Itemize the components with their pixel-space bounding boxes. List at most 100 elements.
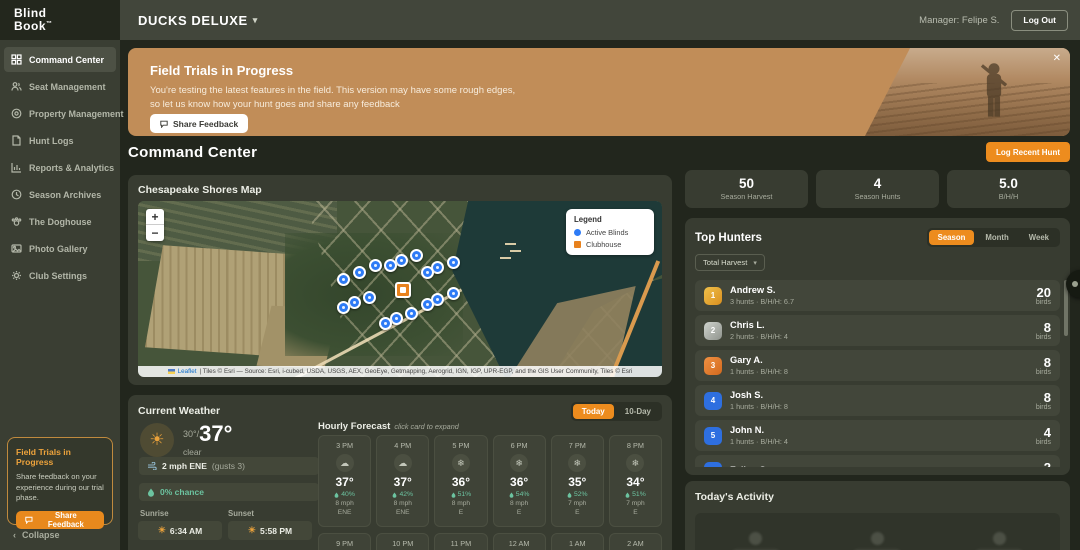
- orange-square-icon: [574, 241, 581, 248]
- hour-card-8pm[interactable]: 8 PM ❄ 34° 51% 7 mph E: [608, 435, 663, 527]
- satellite-map[interactable]: + − Legend Active Blinds Clubhouse Leafl…: [138, 201, 662, 377]
- hourly-hint: click card to expand: [394, 422, 459, 431]
- sidebar-item-reports-analytics[interactable]: Reports & Analytics: [4, 155, 116, 180]
- active-blind-marker[interactable]: [368, 259, 382, 273]
- share-feedback-button[interactable]: Share Feedback: [16, 510, 104, 529]
- speech-bubble-icon: [160, 120, 168, 128]
- droplet-icon: [148, 488, 154, 497]
- sidebar-item-property-management[interactable]: Property Management: [4, 101, 124, 126]
- app-logo: Blind Book™: [0, 0, 120, 40]
- condition-label: clear: [183, 447, 202, 457]
- precip-pill: 0% chance: [139, 483, 319, 501]
- trial-card-body: Share feedback on your experience during…: [16, 472, 104, 503]
- activity-title: Today's Activity: [695, 491, 774, 503]
- legend-item-active-blinds: Active Blinds: [574, 228, 646, 237]
- tab-10-day[interactable]: 10-Day: [616, 404, 660, 419]
- logout-button[interactable]: Log Out: [1011, 9, 1068, 31]
- leaflet-link[interactable]: Leaflet: [178, 368, 197, 375]
- sidebar-item-label: Reports & Analytics: [29, 162, 115, 173]
- zoom-out-button[interactable]: −: [146, 225, 164, 241]
- zoom-in-button[interactable]: +: [146, 209, 164, 225]
- sunrise-icon: ☀: [157, 525, 166, 535]
- photo-icon: [11, 244, 22, 253]
- droplet-icon: [509, 492, 514, 498]
- sidebar-item-photo-gallery[interactable]: Photo Gallery: [4, 236, 116, 261]
- hour-card-4pm[interactable]: 4 PM ☁ 37° 42% 8 mph ENE: [376, 435, 430, 527]
- active-blind-marker[interactable]: [420, 297, 434, 311]
- stat-season-harvest: 50 Season Harvest: [685, 170, 808, 208]
- logo-line-2: Book™: [14, 19, 53, 33]
- hour-card-7pm[interactable]: 7 PM ❄ 35° 52% 7 mph E: [550, 435, 604, 527]
- hour-card-12am[interactable]: 12 AM: [492, 533, 546, 550]
- hunter-sub: 1 hunts · B/H/H: 8: [730, 366, 788, 376]
- hunter-bird-count: 8: [1043, 389, 1051, 405]
- snow-icon: ❄: [626, 454, 645, 472]
- hunter-name: Gary A.: [730, 355, 763, 366]
- active-blind-marker[interactable]: [410, 248, 424, 262]
- hour-card-5pm[interactable]: 5 PM ❄ 36° 51% 8 mph E: [434, 435, 488, 527]
- hunter-row-2[interactable]: 2 Chris L. 2 hunts · B/H/H: 4 8 birds: [695, 315, 1060, 346]
- hunter-row-5[interactable]: 5 John N. 1 hunts · B/H/H: 4 4 birds: [695, 420, 1060, 451]
- map-card: Chesapeake Shores Map + − Legend Active …: [128, 175, 672, 385]
- banner-text-line-1: You're testing the latest features in th…: [150, 85, 516, 96]
- harvest-filter-select[interactable]: Total Harvest ▾: [695, 254, 765, 271]
- hunter-name: John N.: [730, 425, 765, 436]
- hour-card-9pm[interactable]: 9 PM: [318, 533, 372, 550]
- sunset-icon: ☀: [247, 525, 256, 535]
- sidebar-item-the-doghouse[interactable]: The Doghouse: [4, 209, 116, 234]
- hunter-name: Chris L.: [730, 320, 765, 331]
- top-bar: Blind Book™ DUCKS DELUXE ▾ Manager: Feli…: [0, 0, 1080, 40]
- wind-pill: 2 mph ENE (gusts 3): [139, 457, 319, 475]
- active-blind-marker[interactable]: [363, 290, 377, 304]
- share-feedback-banner-button[interactable]: Share Feedback: [150, 114, 249, 133]
- app-logo-text: Blind Book™: [14, 7, 53, 33]
- hunter-row-1[interactable]: 1 Andrew S. 3 hunts · B/H/H: 6.7 20 bird…: [695, 280, 1060, 311]
- sidebar-collapse-button[interactable]: ‹ Collapse: [13, 530, 60, 540]
- current-conditions: ☀ 30°/ 37° clear: [140, 423, 232, 457]
- clubhouse-marker[interactable]: [394, 281, 411, 298]
- hunter-row-3[interactable]: 3 Gary A. 1 hunts · B/H/H: 8 8 birds: [695, 350, 1060, 381]
- chevron-left-icon: ‹: [13, 530, 16, 540]
- season-stats-row: 50 Season Harvest 4 Season Hunts 5.0 B/H…: [685, 170, 1070, 208]
- hour-card-3pm[interactable]: 3 PM ☁ 37° 40% 8 mph ENE: [318, 435, 372, 527]
- close-icon[interactable]: ✕: [1053, 53, 1061, 64]
- hour-card-2am[interactable]: 2 AM: [608, 533, 663, 550]
- main-content: ✕ Field Trials in Progress You're testin…: [120, 40, 1080, 550]
- tab-month[interactable]: Month: [976, 230, 1017, 245]
- hour-card-10pm[interactable]: 10 PM: [376, 533, 430, 550]
- tab-today[interactable]: Today: [572, 404, 614, 419]
- hunter-row-4[interactable]: 4 Josh S. 1 hunts · B/H/H: 8 8 birds: [695, 385, 1060, 416]
- sidebar-item-hunt-logs[interactable]: Hunt Logs: [4, 128, 116, 153]
- hunter-row-6[interactable]: 6 Felipe S. 2 birds: [695, 455, 1060, 467]
- activity-placeholder: [854, 531, 901, 550]
- hour-card-11pm[interactable]: 11 PM: [434, 533, 488, 550]
- rank-badge: 3: [704, 356, 722, 375]
- hunter-sub: 2 hunts · B/H/H: 4: [730, 331, 788, 341]
- club-selector[interactable]: DUCKS DELUXE ▾: [138, 0, 258, 40]
- sidebar-item-club-settings[interactable]: Club Settings: [4, 263, 116, 288]
- active-blind-marker[interactable]: [352, 266, 366, 280]
- stat-bhh: 5.0 B/H/H: [947, 170, 1070, 208]
- stat-season-hunts: 4 Season Hunts: [816, 170, 939, 208]
- sidebar-item-seat-management[interactable]: Seat Management: [4, 74, 116, 99]
- map-card-title: Chesapeake Shores Map: [138, 184, 262, 196]
- gear-icon: [12, 271, 21, 280]
- sidebar-item-command-center[interactable]: Command Center: [4, 47, 116, 72]
- hourly-forecast-row-2: 9 PM 10 PM 11 PM 12 AM 1 AM 2 AM: [318, 533, 663, 550]
- tab-week[interactable]: Week: [1020, 230, 1058, 245]
- active-blind-marker[interactable]: [405, 306, 419, 320]
- club-name-label: DUCKS DELUXE: [138, 12, 248, 28]
- hunter-bird-count: 8: [1043, 354, 1051, 370]
- map-attribution: Leaflet | Tiles © Esri — Source: Esri, i…: [138, 366, 662, 377]
- log-recent-hunt-button[interactable]: Log Recent Hunt: [986, 142, 1070, 162]
- active-blind-marker[interactable]: [420, 266, 434, 280]
- rank-badge: 5: [704, 426, 722, 445]
- sidebar-item-season-archives[interactable]: Season Archives: [4, 182, 116, 207]
- filter-value: Total Harvest: [703, 258, 748, 267]
- hour-card-6pm[interactable]: 6 PM ❄ 36° 54% 8 mph E: [492, 435, 546, 527]
- active-blind-marker[interactable]: [447, 255, 461, 269]
- tab-season[interactable]: Season: [928, 230, 975, 245]
- current-temp: 37°: [199, 421, 233, 446]
- hour-card-1am[interactable]: 1 AM: [550, 533, 604, 550]
- hunter-unit: birds: [1035, 438, 1051, 446]
